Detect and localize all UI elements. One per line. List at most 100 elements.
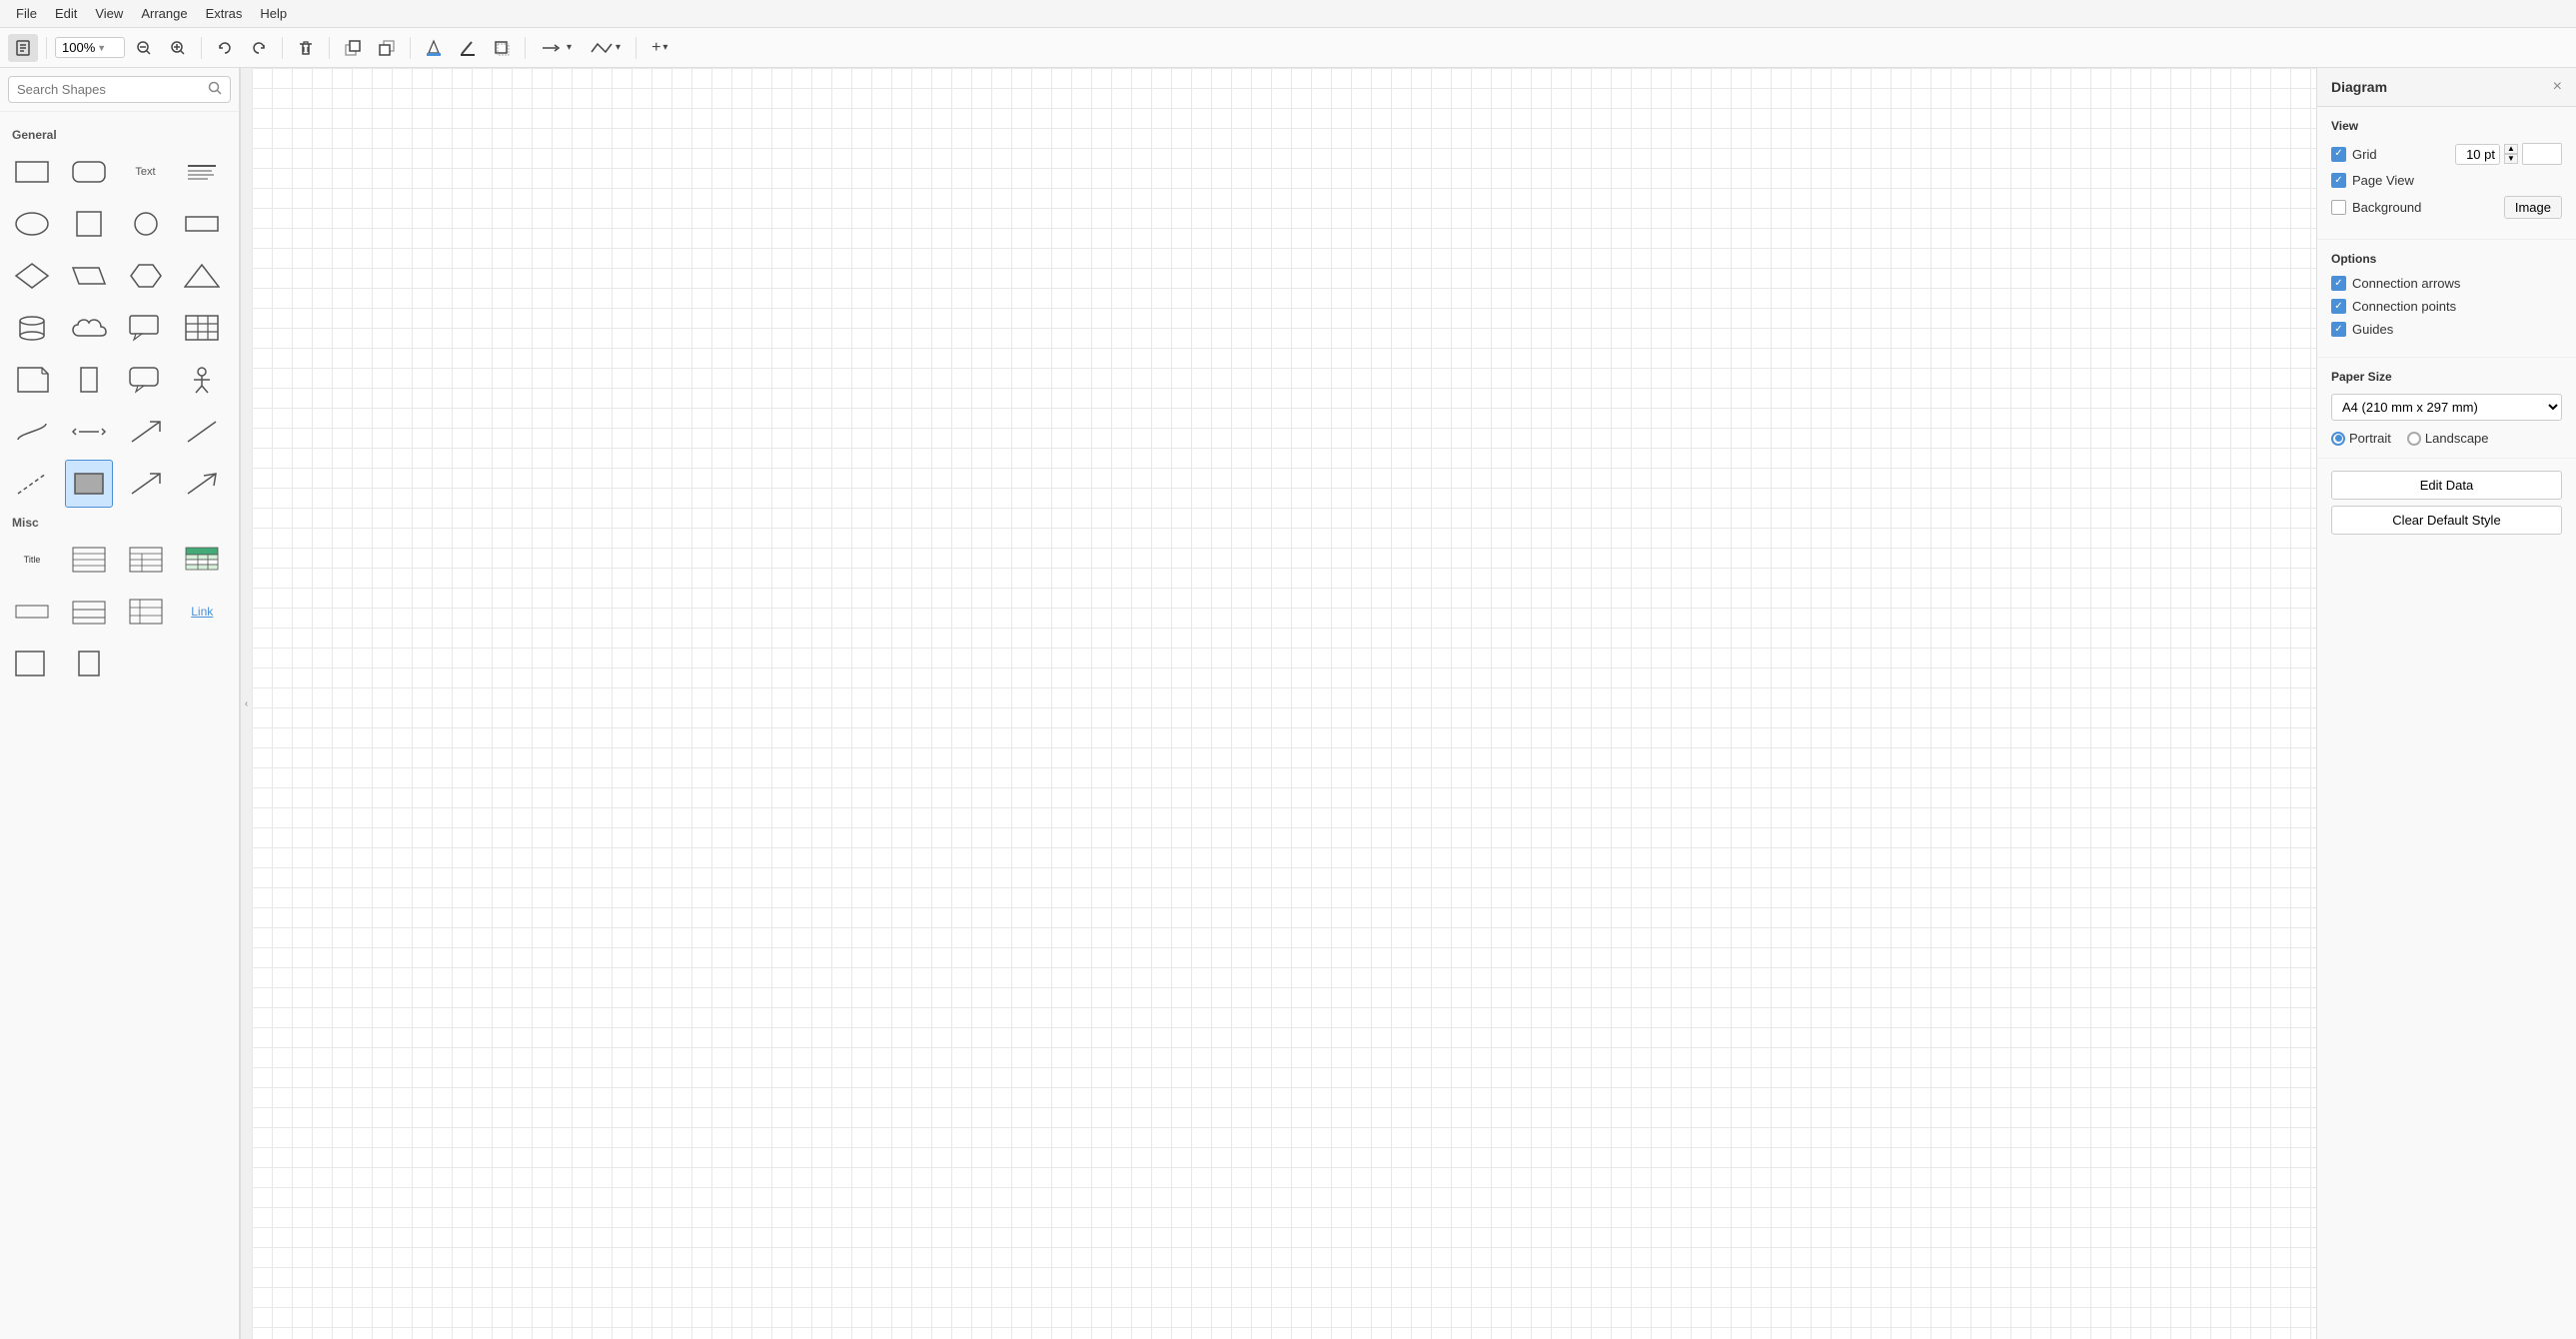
connection-points-checkbox-wrapper[interactable]: ✓ Connection points	[2331, 299, 2456, 314]
shape-note[interactable]	[8, 356, 56, 404]
background-image-button[interactable]: Image	[2504, 196, 2562, 219]
panel-close-button[interactable]: ×	[2553, 78, 2562, 96]
shape-text[interactable]: Text	[122, 148, 170, 196]
misc-table-color[interactable]	[178, 536, 226, 584]
grid-pt-up[interactable]: ▲	[2504, 144, 2518, 154]
clear-default-style-button[interactable]: Clear Default Style	[2331, 506, 2562, 535]
sidebar-collapse-handle[interactable]: ‹	[240, 68, 252, 1339]
shape-vertical-rect[interactable]	[65, 356, 113, 404]
zoom-control[interactable]: 100% ▼	[55, 37, 125, 58]
insert-button[interactable]: + ▾	[644, 36, 674, 60]
page-view-label: Page View	[2352, 173, 2414, 188]
shape-diamond[interactable]	[8, 252, 56, 300]
grid-area[interactable]	[252, 68, 2316, 1339]
connection-arrows-label: Connection arrows	[2352, 276, 2460, 291]
waypoint-style-button[interactable]: ▾	[583, 37, 628, 59]
grid-color-swatch[interactable]	[2522, 143, 2562, 165]
undo-button[interactable]	[210, 34, 240, 62]
shape-horizontal-rect[interactable]	[178, 200, 226, 248]
to-back-button[interactable]	[372, 34, 402, 62]
guides-checkbox[interactable]: ✓	[2331, 322, 2346, 337]
portrait-radio[interactable]	[2331, 432, 2345, 446]
sep2	[201, 37, 202, 59]
panel-options-section: Options ✓ Connection arrows ✓ Connection…	[2317, 240, 2576, 358]
canvas[interactable]	[252, 68, 2316, 1339]
shape-ellipse[interactable]	[8, 200, 56, 248]
menu-view[interactable]: View	[87, 3, 131, 24]
misc-link[interactable]: Link	[178, 588, 226, 636]
connection-style-button[interactable]: ▾	[534, 37, 579, 59]
edit-data-button[interactable]: Edit Data	[2331, 471, 2562, 500]
guides-check-icon: ✓	[2334, 325, 2342, 335]
shape-square[interactable]	[65, 200, 113, 248]
misc-row1[interactable]	[8, 588, 56, 636]
shape-cylinder[interactable]	[8, 304, 56, 352]
connection-points-checkbox[interactable]: ✓	[2331, 299, 2346, 314]
grid-pt-down[interactable]: ▼	[2504, 154, 2518, 164]
redo-button[interactable]	[244, 34, 274, 62]
shape-parallelogram[interactable]	[65, 252, 113, 300]
shadow-button[interactable]	[487, 34, 517, 62]
shape-person[interactable]	[178, 356, 226, 404]
to-front-button[interactable]	[338, 34, 368, 62]
panel-actions-section: Edit Data Clear Default Style	[2317, 459, 2576, 553]
menu-file[interactable]: File	[8, 3, 45, 24]
misc-frame2[interactable]	[65, 640, 113, 687]
background-checkbox-wrapper[interactable]: ✓ Background	[2331, 200, 2421, 215]
line-color-button[interactable]	[453, 34, 483, 62]
misc-list1[interactable]	[65, 536, 113, 584]
shape-rounded-rect[interactable]	[65, 148, 113, 196]
shape-rectangle[interactable]	[8, 148, 56, 196]
background-checkbox[interactable]: ✓	[2331, 200, 2346, 215]
shape-arrow-right[interactable]	[178, 460, 226, 508]
paper-size-select[interactable]: A4 (210 mm x 297 mm) A3 (297 mm x 420 mm…	[2331, 394, 2562, 421]
shape-dashed-line[interactable]	[8, 460, 56, 508]
guides-checkbox-wrapper[interactable]: ✓ Guides	[2331, 322, 2393, 337]
delete-button[interactable]	[291, 34, 321, 62]
menu-help[interactable]: Help	[252, 3, 295, 24]
page-view-checkbox[interactable]: ✓	[2331, 173, 2346, 188]
shape-callout[interactable]	[122, 304, 170, 352]
landscape-radio[interactable]	[2407, 432, 2421, 446]
menu-arrange[interactable]: Arrange	[133, 3, 195, 24]
misc-cells[interactable]	[122, 588, 170, 636]
portrait-radio-inner	[2335, 435, 2342, 442]
search-input[interactable]	[17, 82, 204, 97]
shape-speech-bubble[interactable]	[122, 356, 170, 404]
zoom-in-button[interactable]	[163, 34, 193, 62]
shape-arrow-diagonal[interactable]	[122, 460, 170, 508]
portrait-radio-wrapper[interactable]: Portrait	[2331, 431, 2391, 446]
shape-circle[interactable]	[122, 200, 170, 248]
shape-diagonal-line[interactable]	[178, 408, 226, 456]
misc-frame1[interactable]	[8, 640, 56, 687]
misc-list2[interactable]	[122, 536, 170, 584]
view-section-title: View	[2331, 119, 2562, 133]
menu-edit[interactable]: Edit	[47, 3, 85, 24]
page-view-checkbox-wrapper[interactable]: ✓ Page View	[2331, 173, 2414, 188]
shape-arrow-up-right[interactable]	[122, 408, 170, 456]
landscape-radio-wrapper[interactable]: Landscape	[2407, 431, 2489, 446]
shape-hexagon[interactable]	[122, 252, 170, 300]
connection-arrows-checkbox-wrapper[interactable]: ✓ Connection arrows	[2331, 276, 2460, 291]
fill-color-button[interactable]	[419, 34, 449, 62]
shape-double-arrow[interactable]	[65, 408, 113, 456]
grid-checkbox[interactable]: ✓	[2331, 147, 2346, 162]
menu-extras[interactable]: Extras	[198, 3, 251, 24]
grid-pt-input[interactable]	[2455, 144, 2500, 165]
insert-arrow: ▾	[662, 42, 667, 53]
shape-filled-rect[interactable]	[65, 460, 113, 508]
shape-heading[interactable]	[178, 148, 226, 196]
shape-cloud[interactable]	[65, 304, 113, 352]
grid-checkbox-wrapper[interactable]: ✓ Grid	[2331, 147, 2377, 162]
shape-table[interactable]	[178, 304, 226, 352]
shape-s-curve[interactable]	[8, 408, 56, 456]
page-toggle-button[interactable]	[8, 34, 38, 62]
panel-title: Diagram	[2331, 79, 2387, 95]
misc-row2[interactable]	[65, 588, 113, 636]
shapes-container: General Text	[0, 112, 239, 1339]
connection-arrows-check-icon: ✓	[2334, 279, 2342, 289]
shape-triangle[interactable]	[178, 252, 226, 300]
zoom-out-button[interactable]	[129, 34, 159, 62]
misc-title[interactable]: Title	[8, 536, 56, 584]
connection-arrows-checkbox[interactable]: ✓	[2331, 276, 2346, 291]
